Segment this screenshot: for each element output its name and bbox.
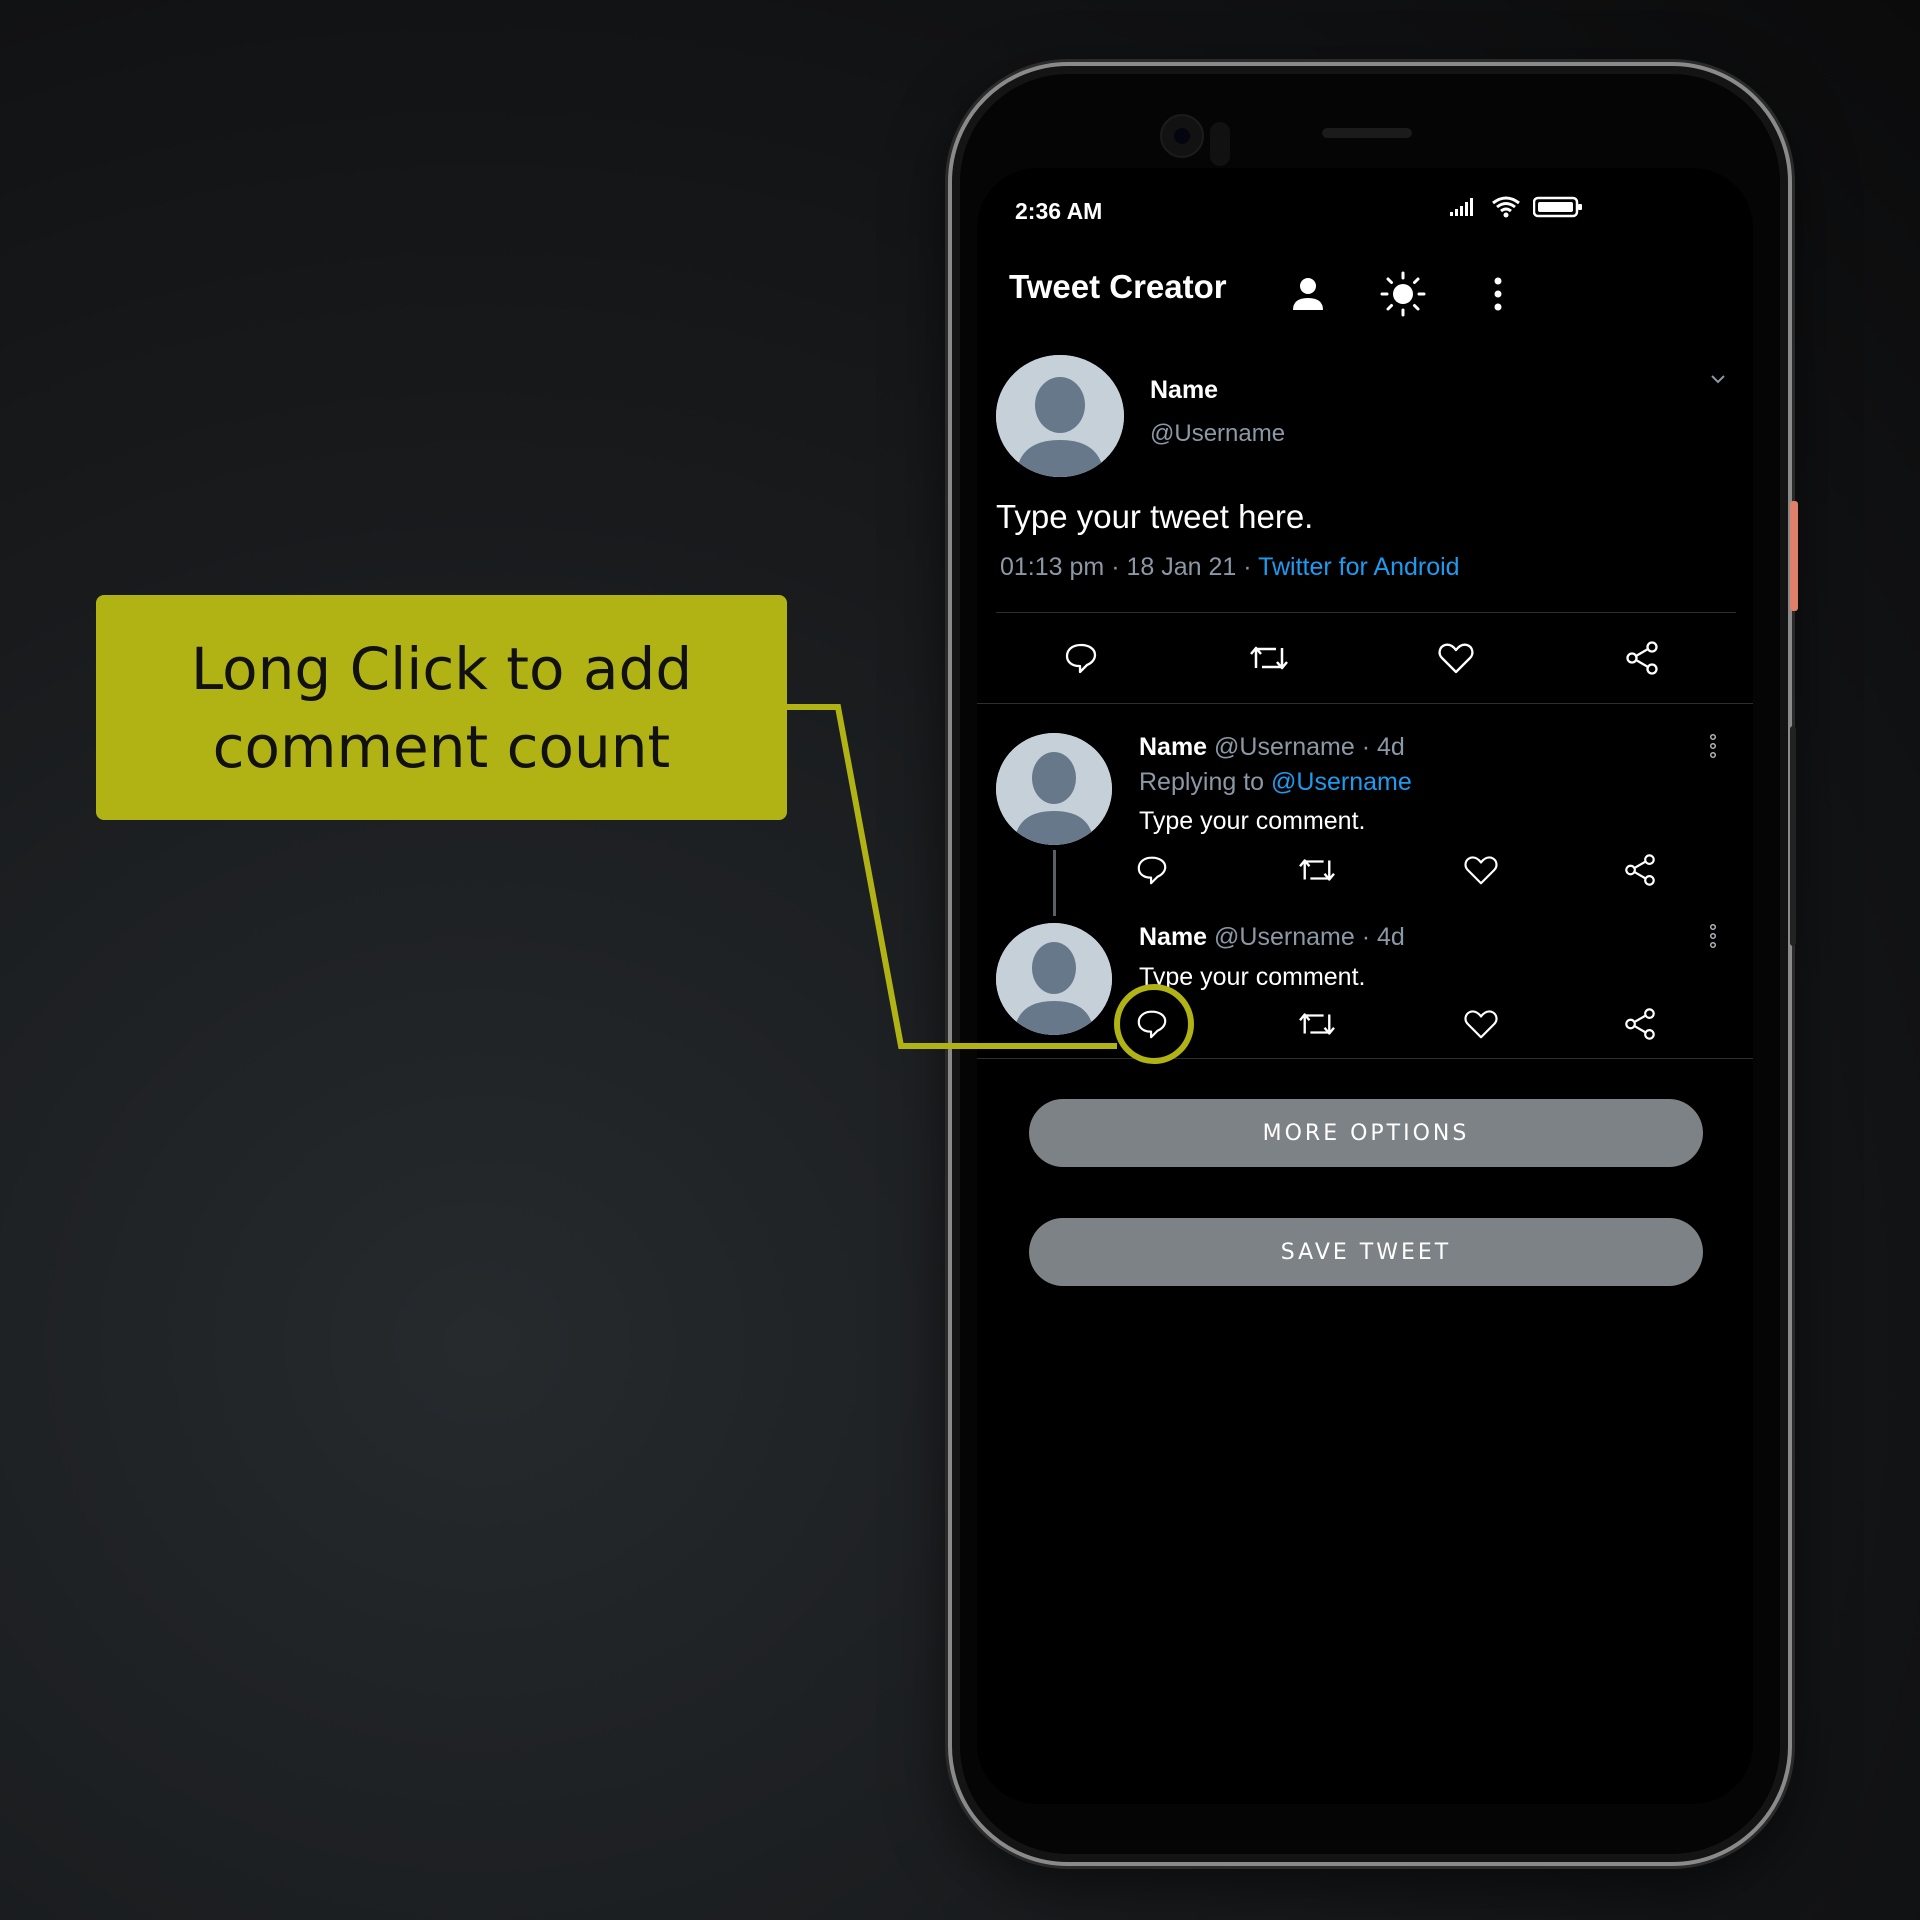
section-divider <box>977 703 1753 704</box>
annotation-text: Long Click to add comment count <box>122 630 762 786</box>
save-tweet-button[interactable]: SAVE TWEET <box>1029 1218 1703 1286</box>
chevron-down-icon[interactable] <box>1707 368 1729 395</box>
reply-name[interactable]: Name <box>1139 923 1207 951</box>
reply-name[interactable]: Name <box>1139 733 1207 761</box>
comment-icon[interactable] <box>1061 638 1101 678</box>
share-icon[interactable] <box>1620 850 1660 890</box>
main-tweet-avatar[interactable] <box>996 355 1124 477</box>
phone-screen: 2:36 AM Tweet Creator Name @Username Typ… <box>977 168 1753 1804</box>
reply-username[interactable]: @Username <box>1214 733 1355 761</box>
reply-age: · 4d <box>1361 733 1405 761</box>
main-tweet-text[interactable]: Type your tweet here. <box>996 498 1313 536</box>
earpiece-speaker <box>1322 128 1412 138</box>
main-tweet-name[interactable]: Name <box>1150 376 1218 405</box>
person-icon[interactable] <box>1278 264 1338 324</box>
annotation-callout: Long Click to add comment count <box>96 595 787 820</box>
tweet-divider <box>996 612 1736 613</box>
sensor <box>1210 122 1230 166</box>
retweet-icon[interactable] <box>1295 850 1339 890</box>
reply-text[interactable]: Type your comment. <box>1139 807 1365 836</box>
battery-icon <box>1533 196 1582 218</box>
power-button <box>1790 501 1798 611</box>
annotation-line-2: comment count <box>212 712 671 781</box>
meta-separator: · <box>1111 553 1120 581</box>
brightness-icon[interactable] <box>1373 264 1433 324</box>
reply-avatar[interactable] <box>996 733 1112 845</box>
replying-prefix: Replying to <box>1139 768 1265 796</box>
reply-age: · 4d <box>1361 923 1405 951</box>
annotation-line-1: Long Click to add <box>190 634 693 703</box>
front-camera <box>1160 114 1204 158</box>
reply-username[interactable]: @Username <box>1214 923 1355 951</box>
tweet-date: 18 Jan 21 <box>1126 553 1237 581</box>
tweet-source[interactable]: Twitter for Android <box>1258 553 1459 581</box>
volume-button <box>1790 726 1796 946</box>
share-icon[interactable] <box>1622 638 1662 678</box>
retweet-icon[interactable] <box>1247 638 1291 678</box>
reply-header: Name @Username · 4d <box>1139 923 1405 952</box>
status-icons <box>1449 196 1583 218</box>
signal-icon <box>1450 198 1473 216</box>
comment-icon[interactable] <box>1132 1004 1172 1044</box>
more-vert-icon[interactable] <box>1707 923 1719 954</box>
reply-avatar[interactable] <box>996 923 1112 1035</box>
comment-icon[interactable] <box>1132 850 1172 890</box>
retweet-icon[interactable] <box>1295 1004 1339 1044</box>
more-vert-icon[interactable] <box>1707 733 1719 764</box>
like-icon[interactable] <box>1461 1004 1501 1044</box>
like-icon[interactable] <box>1461 850 1501 890</box>
thread-line <box>1053 850 1056 916</box>
main-tweet-username[interactable]: @Username <box>1150 420 1285 448</box>
app-title: Tweet Creator <box>1009 268 1227 305</box>
replying-to-username[interactable]: @Username <box>1271 768 1412 796</box>
meta-separator: · <box>1243 553 1252 581</box>
like-icon[interactable] <box>1436 638 1476 678</box>
share-icon[interactable] <box>1620 1004 1660 1044</box>
section-divider <box>977 1058 1753 1059</box>
reply-header: Name @Username · 4d <box>1139 733 1405 762</box>
replying-to: Replying to @Username <box>1139 768 1412 797</box>
reply-text[interactable]: Type your comment. <box>1139 963 1365 992</box>
main-tweet-meta: 01:13 pm · 18 Jan 21 · Twitter for Andro… <box>1000 553 1460 582</box>
more-options-button[interactable]: MORE OPTIONS <box>1029 1099 1703 1167</box>
wifi-icon <box>1492 196 1520 218</box>
tweet-time: 01:13 pm <box>1000 553 1105 581</box>
status-time: 2:36 AM <box>1015 198 1103 224</box>
more-vert-icon[interactable] <box>1468 264 1528 324</box>
